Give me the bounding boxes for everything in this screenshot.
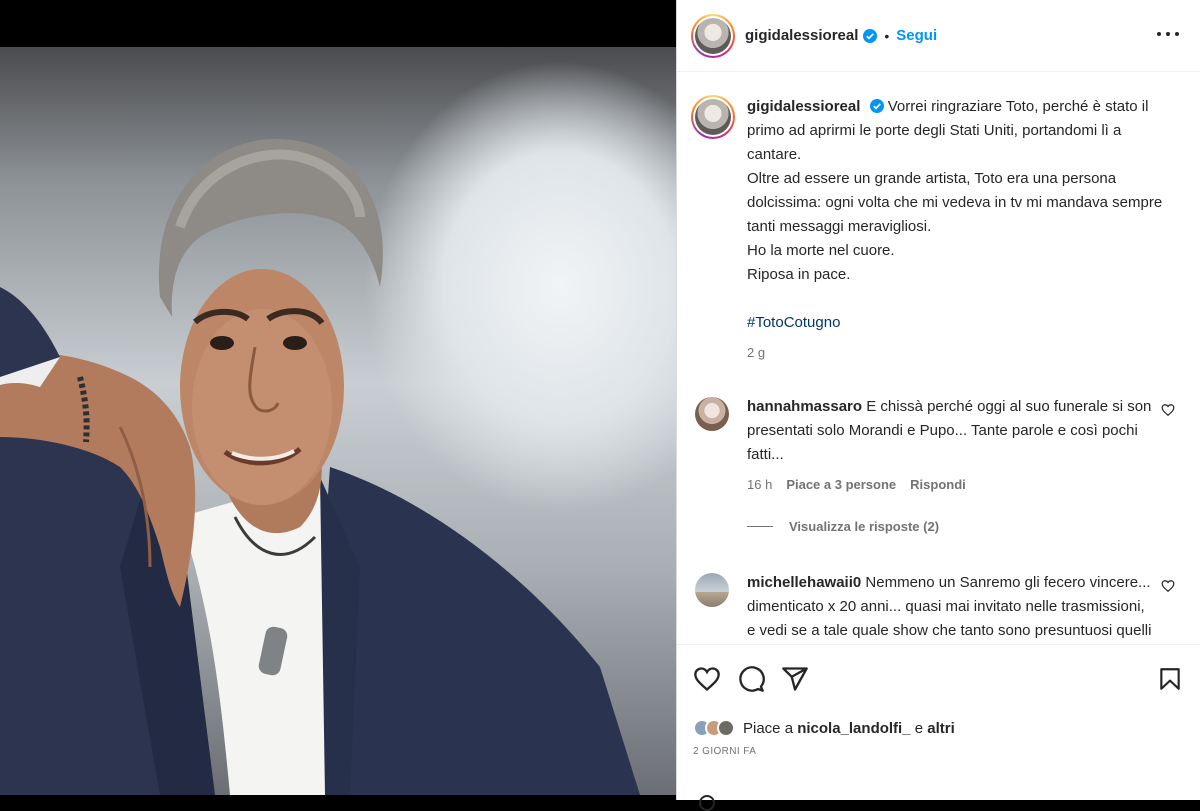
caption-line: primo ad aprirmi le porte degli Stati Un… <box>747 122 1122 139</box>
action-bar <box>693 665 809 693</box>
view-replies-button[interactable]: Visualizza le risposte (2) <box>747 519 939 534</box>
caption-line: tanti messaggi meravigliosi. <box>747 218 932 235</box>
likes-prefix: Piace a <box>743 719 798 737</box>
post-date[interactable]: 2 GIORNI FA <box>693 746 756 757</box>
comment-icon[interactable] <box>737 665 765 693</box>
commenter-avatar[interactable] <box>695 397 729 431</box>
comment-like-heart-icon[interactable] <box>1161 579 1175 593</box>
verified-badge-icon <box>863 28 878 43</box>
comment-time[interactable]: 16 h <box>747 477 772 492</box>
post-sidebar: gigidalessioreal • Segui gigidalessiorea… <box>676 0 1200 811</box>
caption-timestamp[interactable]: 2 g <box>747 345 1181 360</box>
comment-meta: 16 h Piace a 3 persone Rispondi <box>747 477 1191 492</box>
commenter-avatar[interactable] <box>695 573 729 607</box>
caption-line: Oltre ad essere un grande artista, Toto … <box>747 170 1117 187</box>
commenter-username[interactable]: michellehawaii0 <box>747 574 861 591</box>
comment-like-heart-icon[interactable] <box>1161 403 1175 417</box>
comment-text: e vedi se a tale quale show che tanto so… <box>747 622 1152 639</box>
reply-button[interactable]: Rispondi <box>910 477 966 492</box>
post-image[interactable] <box>0 47 676 795</box>
comment-text: fatti... <box>747 446 784 463</box>
liker-avatars[interactable] <box>693 719 735 737</box>
separator-dot: • <box>884 27 890 44</box>
liker-username[interactable]: nicola_landolfi_ <box>797 720 910 737</box>
post-footer: Piace a nicola_landolfi_ e altri 2 GIORN… <box>677 644 1200 811</box>
caption-line: Ho la morte nel cuore. <box>747 242 895 259</box>
portrait-illustration <box>0 138 640 795</box>
caption-line: Riposa in pace. <box>747 266 851 283</box>
view-replies-label: Visualizza le risposte (2) <box>789 519 940 534</box>
share-icon[interactable] <box>781 665 809 693</box>
likes-and: e <box>910 719 928 737</box>
likes-summary: Piace a nicola_landolfi_ e altri <box>693 719 955 737</box>
author-avatar[interactable] <box>691 13 735 58</box>
hashtag-link[interactable]: #TotoCotugno <box>747 311 1181 335</box>
comment-text: E chissà perché oggi al suo funerale si … <box>866 398 1152 415</box>
caption-username[interactable]: gigidalessioreal <box>747 98 860 115</box>
comment-text: Nemmeno un Sanremo gli fecero vincere... <box>865 574 1151 591</box>
comment-item: michellehawaii0 Nemmeno un Sanremo gli f… <box>691 571 1191 643</box>
comment-likes[interactable]: Piace a 3 persone <box>786 477 896 492</box>
more-options-icon[interactable] <box>1157 26 1179 42</box>
comments-scroll-area[interactable]: gigidalessioreal Vorrei ringraziare Toto… <box>677 73 1200 644</box>
comment-item: hannahmassaro E chissà perché oggi al su… <box>691 395 1191 492</box>
caption-line: Vorrei ringraziare Toto, perché è stato … <box>887 98 1149 115</box>
follow-button[interactable]: Segui <box>896 27 937 44</box>
bookmark-icon[interactable] <box>1157 665 1183 693</box>
heart-icon[interactable] <box>693 665 721 693</box>
post-caption: gigidalessioreal Vorrei ringraziare Toto… <box>691 95 1181 360</box>
likes-others-link[interactable]: altri <box>927 720 955 737</box>
replies-divider <box>747 526 773 527</box>
liker-avatar <box>717 719 735 737</box>
caption-line: dolcissima: ogni volta che mi vedeva in … <box>747 194 1163 211</box>
comment-text: presentati solo Morandi e Pupo... Tante … <box>747 422 1138 439</box>
caption-line: cantare. <box>747 146 802 163</box>
commenter-username[interactable]: hannahmassaro <box>747 398 862 415</box>
post-header: gigidalessioreal • Segui <box>677 0 1200 72</box>
add-comment-emoji-icon[interactable] <box>699 795 715 811</box>
verified-badge-icon <box>869 99 884 113</box>
comment-text: dimenticato x 20 anni... quasi mai invit… <box>747 598 1145 615</box>
caption-author-avatar[interactable] <box>691 95 735 139</box>
post-modal: gigidalessioreal • Segui gigidalessiorea… <box>0 0 1200 811</box>
author-username[interactable]: gigidalessioreal <box>745 27 858 44</box>
